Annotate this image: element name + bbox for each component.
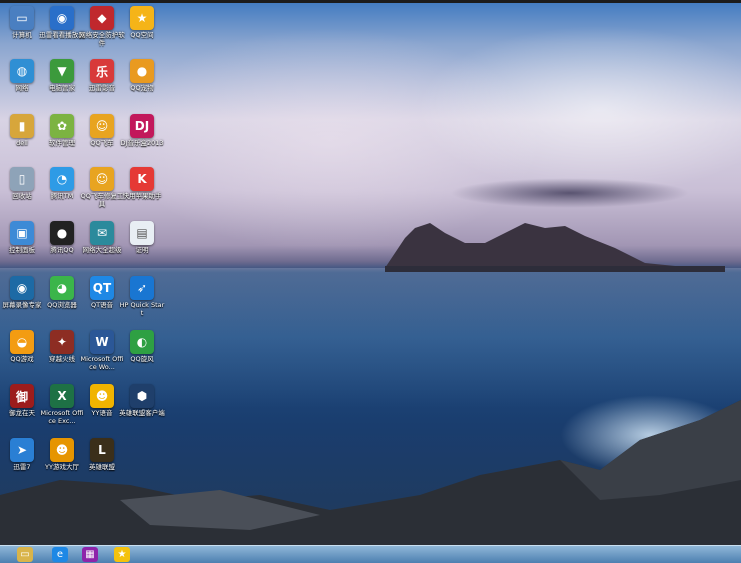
desktop-icon-label: 快用苹果助手 (122, 192, 162, 200)
qq-speed-icon: ☺ (90, 114, 114, 138)
desktop-icon-label: 证明 (135, 246, 149, 254)
screen-recorder-icon: ◉ (10, 276, 34, 300)
desktop-icon[interactable]: ◉ 迅雷看看播放器 (39, 6, 85, 40)
game-yulong-icon: 御 (10, 384, 34, 408)
desktop-icon[interactable]: ▮ dell (2, 114, 42, 148)
qq-zone-icon: ★ (130, 6, 154, 30)
desktop-icon[interactable]: ◐ QQ旋风 (122, 330, 162, 364)
network-icon: ◍ (10, 59, 34, 83)
desktop-icon[interactable]: ▣ 控制面板 (2, 221, 42, 255)
tm-icon: ◔ (50, 167, 74, 191)
desktop-icon-label: QQ空间 (130, 31, 154, 39)
qq-cyclone-icon: ◐ (130, 330, 154, 354)
desktop-icon[interactable]: ◔ 腾讯TM (42, 167, 82, 201)
desktop-icon[interactable]: ● 腾讯QQ (42, 221, 82, 255)
desktop-icon[interactable]: ◒ QQ游戏 (2, 330, 42, 364)
taskbar: ▭ e ▦ ★ (0, 545, 741, 563)
desktop-icon-label: HP Quick Start (119, 301, 165, 317)
kuaiyong-icon: K (130, 167, 154, 191)
web-icon: ✉ (90, 221, 114, 245)
desktop-icon-label: QQ宠物 (130, 84, 154, 92)
qt-voice-icon: QT (90, 276, 114, 300)
folder-icon: ▮ (10, 114, 34, 138)
desktop-icon[interactable]: ✉ 网络大全超级 (82, 221, 122, 255)
pc-manager-icon: ▼ (50, 59, 74, 83)
mountain-island (385, 223, 725, 272)
desktop-icon[interactable]: ▼ 电脑管家 (42, 59, 82, 93)
desktop-icon[interactable]: X Microsoft Office Exc... (40, 384, 84, 425)
hp-quickstart-icon: ➶ (130, 276, 154, 300)
recycle-bin-icon: ▯ (10, 167, 34, 191)
desktop-icon[interactable]: ☻ YY游戏大厅 (42, 438, 82, 472)
desktop-icon[interactable]: ◍ 网络 (2, 59, 42, 93)
qq-icon: ● (50, 221, 74, 245)
xunlei-player-icon: ◉ (50, 6, 74, 30)
desktop-icon[interactable]: K 快用苹果助手 (122, 167, 162, 201)
desktop-icon[interactable]: ◕ QQ浏览器 (42, 276, 82, 310)
excel-icon: X (50, 384, 74, 408)
yy-voice-icon: ☻ (90, 384, 114, 408)
explorer-folder-icon[interactable]: ▭ (17, 547, 33, 562)
yy-game-icon: ☻ (50, 438, 74, 462)
desktop-icon[interactable]: ☺ QQ飞车修复工具 (81, 167, 123, 208)
desktop-icon[interactable]: ● QQ宠物 (122, 59, 162, 93)
computer-icon: ▭ (10, 6, 34, 30)
desktop-icon-label: QQ旋风 (130, 355, 154, 363)
desktop-icon[interactable]: ☺ QQ飞车 (82, 114, 122, 148)
desktop-icon[interactable]: ◆ 网络安全防护软件 (79, 6, 125, 47)
star-app-icon[interactable]: ★ (114, 547, 130, 562)
qq-pet-icon: ● (130, 59, 154, 83)
shore-rocks (0, 400, 741, 545)
desktop-icon[interactable]: QT QT语音 (82, 276, 122, 310)
desktop-icon[interactable]: ☻ YY语音 (82, 384, 122, 418)
desktop-icon[interactable]: ▭ 计算机 (2, 6, 42, 40)
desktop-icon[interactable]: W Microsoft Office Wo... (80, 330, 124, 371)
internet-explorer-icon[interactable]: e (52, 547, 68, 562)
lol-icon: L (90, 438, 114, 462)
thunder-icon: ➤ (10, 438, 34, 462)
document-icon: ▤ (130, 221, 154, 245)
desktop-icon[interactable]: ✿ 软件管理 (42, 114, 82, 148)
desktop-icon[interactable]: L 英雄联盟 (82, 438, 122, 472)
desktop-icon[interactable]: DJ DJ音乐盒2013 (120, 114, 164, 148)
desktop-icon[interactable]: 御御龙在天 (2, 384, 42, 418)
video-icon: 乐 (90, 59, 114, 83)
cloud-band (450, 178, 690, 208)
desktop-icon-label: 英雄联盟 (89, 463, 115, 471)
security-shield-icon: ◆ (90, 6, 114, 30)
qq-game-icon: ◒ (10, 330, 34, 354)
desktop-icon[interactable]: ▯ 回收站 (2, 167, 42, 201)
desktop-icon[interactable]: ▤ 证明 (122, 221, 162, 255)
crossfire-icon: ✦ (50, 330, 74, 354)
desktop-icon-label: DJ音乐盒2013 (120, 139, 164, 147)
word-icon: W (90, 330, 114, 354)
qq-browser-icon: ◕ (50, 276, 74, 300)
dj-icon: DJ (130, 114, 154, 138)
desktop-icon[interactable]: ➶ HP Quick Start (119, 276, 165, 317)
apps-icon: ✿ (50, 114, 74, 138)
desktop-icon[interactable]: ★ QQ空间 (122, 6, 162, 40)
desktop-icon[interactable]: ✦ 穿越火线 (42, 330, 82, 364)
desktop-icon-label: 英雄联盟客户端 (119, 409, 165, 417)
qq-speed-tool-icon: ☺ (90, 167, 114, 191)
desktop-icon[interactable]: ⬢ 英雄联盟客户端 (119, 384, 165, 418)
media-icon[interactable]: ▦ (82, 547, 98, 562)
lol-client-icon: ⬢ (130, 384, 154, 408)
desktop-icon[interactable]: ◉ 屏幕录像专家 (2, 276, 42, 310)
desktop-icon[interactable]: 乐迅雷影音 (82, 59, 122, 93)
desktop-icon[interactable]: ➤ 迅雷7 (2, 438, 42, 472)
control-panel-icon: ▣ (10, 221, 34, 245)
